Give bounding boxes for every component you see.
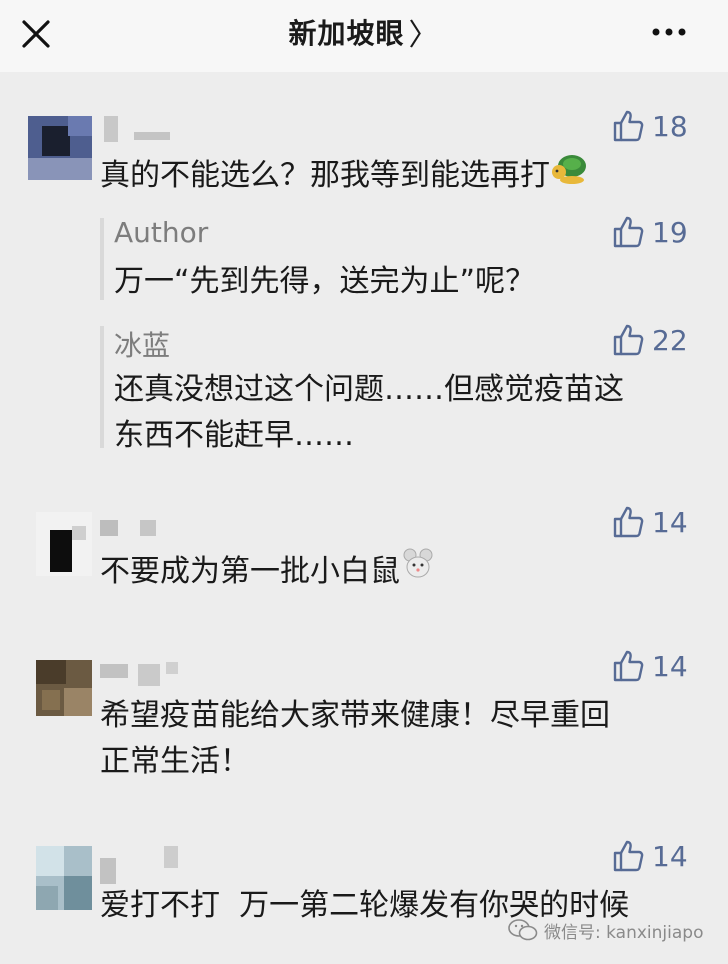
thumbs-up-icon [613,650,644,682]
like-count: 14 [652,649,688,683]
comment-text: 真的不能选么？那我等到能选再打 [100,150,590,203]
reply-author-name[interactable]: 冰蓝 [114,324,170,364]
account-name[interactable]: 新加坡眼 [288,12,404,52]
like-count: 14 [652,505,688,539]
like-button[interactable]: 18 [612,106,712,146]
blurred-username [104,116,176,142]
avatar[interactable] [36,846,92,910]
comment-text-line-1: 希望疫苗能给大家带来健康！尽早重回 [100,698,610,733]
blurred-username [100,518,172,544]
avatar[interactable] [28,116,92,180]
thumbs-up-icon [613,110,644,142]
watermark: 微信号: kanxinjiapo [508,916,703,944]
like-button[interactable]: 14 [612,836,712,876]
like-count: 14 [652,839,688,873]
reply-text: 万一“先到先得，送完为止”呢？ [114,264,536,299]
more-icon[interactable] [650,24,690,40]
reply-text-line-2: 东西不能赶早…… [114,418,354,453]
reply-divider [100,218,104,300]
avatar[interactable] [36,512,92,576]
like-count: 19 [652,215,688,249]
thumbs-up-icon [613,840,644,872]
reply-author-name[interactable]: Author [114,216,208,249]
turtle-emoji-icon [550,150,590,203]
top-bar: 新加坡眼 〉 [0,0,728,72]
like-button[interactable]: 14 [612,502,712,542]
chevron-right-icon: 〉 [408,18,440,53]
blurred-username [100,846,178,884]
like-button[interactable]: 19 [612,212,712,252]
reply-divider [100,326,104,448]
like-count: 22 [652,323,688,357]
wechat-icon [508,919,538,941]
like-button[interactable]: 22 [612,320,712,360]
reply-text-line-1: 还真没想过这个问题……但感觉疫苗这 [114,372,624,407]
watermark-text: 微信号: kanxinjiapo [544,922,704,943]
comment-text-line-2: 正常生活！ [100,744,250,779]
thumbs-up-icon [613,506,644,538]
comment-text: 不要成为第一批小白鼠 [100,546,436,599]
thumbs-up-icon [613,324,644,356]
mouse-emoji-icon [400,546,436,599]
page-title[interactable]: 新加坡眼 〉 [0,0,728,64]
like-button[interactable]: 14 [612,646,712,686]
blurred-username [100,662,178,688]
like-count: 18 [652,109,688,143]
avatar[interactable] [36,660,92,716]
thumbs-up-icon [613,216,644,248]
